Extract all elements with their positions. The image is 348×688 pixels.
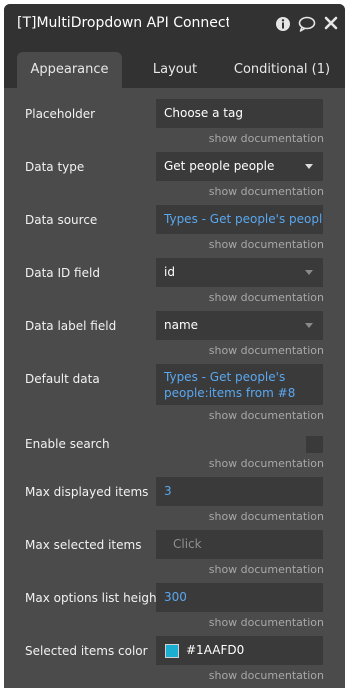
- chevron-down-icon: [305, 323, 313, 328]
- placeholder-value: Choose a tag: [164, 106, 243, 120]
- tab-layout[interactable]: Layout: [135, 52, 215, 88]
- enable-search-checkbox[interactable]: [306, 436, 323, 453]
- selected-items-color-show-documentation-link[interactable]: show documentation: [209, 669, 324, 682]
- max-displayed-items-value: 3: [164, 484, 172, 498]
- max-options-list-height-show-documentation-link[interactable]: show documentation: [209, 616, 324, 629]
- data-source-show-documentation-link[interactable]: show documentation: [209, 238, 324, 251]
- selected-items-color-value: #1AAFD0: [186, 643, 245, 657]
- close-icon[interactable]: [324, 16, 340, 32]
- max-displayed-items-label: Max displayed items: [25, 485, 149, 499]
- color-swatch[interactable]: [165, 644, 179, 658]
- data-source-value: Types - Get people's people: [164, 212, 323, 226]
- data-id-field-value: id: [164, 265, 175, 279]
- data-label-field-dropdown[interactable]: name: [156, 311, 323, 340]
- max-displayed-items-show-documentation-link[interactable]: show documentation: [209, 510, 324, 523]
- chevron-down-icon: [305, 270, 313, 275]
- placeholder-input[interactable]: Choose a tag: [156, 99, 323, 128]
- data-type-show-documentation-link[interactable]: show documentation: [209, 185, 324, 198]
- data-id-field-label: Data ID field: [25, 266, 100, 280]
- data-id-field-dropdown[interactable]: id: [156, 258, 323, 287]
- max-selected-items-label: Max selected items: [25, 538, 142, 552]
- data-type-value: Get people people: [164, 159, 275, 173]
- data-label-field-value: name: [164, 318, 199, 332]
- selected-items-color-label: Selected items color: [25, 644, 148, 658]
- tab-bar: Appearance Layout Conditional (1): [4, 44, 345, 88]
- data-type-dropdown[interactable]: Get people people: [156, 152, 323, 181]
- max-options-list-height-value: 300: [164, 590, 187, 604]
- max-selected-items-show-documentation-link[interactable]: show documentation: [209, 563, 324, 576]
- element-title[interactable]: [T]MultiDropdown API Connectc: [17, 15, 229, 31]
- data-label-field-label: Data label field: [25, 319, 117, 333]
- max-displayed-items-input[interactable]: 3: [156, 477, 323, 506]
- data-source-expression[interactable]: Types - Get people's people: [156, 205, 323, 234]
- title-bar[interactable]: [T]MultiDropdown API Connectc: [4, 4, 345, 44]
- info-icon[interactable]: [275, 16, 291, 32]
- max-options-list-height-input[interactable]: 300: [156, 583, 323, 612]
- default-data-label: Default data: [25, 372, 100, 386]
- enable-search-label: Enable search: [25, 437, 110, 451]
- max-selected-items-input[interactable]: Click: [156, 530, 323, 559]
- property-editor-panel: [T]MultiDropdown API Connectc Appearance…: [4, 4, 345, 688]
- data-source-label: Data source: [25, 213, 98, 227]
- max-options-list-height-label: Max options list heigh: [25, 591, 157, 605]
- data-id-field-show-documentation-link[interactable]: show documentation: [209, 291, 324, 304]
- default-data-expression[interactable]: Types - Get people's people:items from #…: [156, 364, 323, 405]
- tab-conditional[interactable]: Conditional (1): [228, 52, 336, 88]
- placeholder-label: Placeholder: [25, 107, 96, 121]
- default-data-value: Types - Get people's people:items from #…: [164, 370, 296, 400]
- data-label-field-show-documentation-link[interactable]: show documentation: [209, 344, 324, 357]
- comment-icon[interactable]: [298, 16, 316, 32]
- chevron-down-icon: [305, 164, 313, 169]
- default-data-show-documentation-link[interactable]: show documentation: [209, 409, 324, 422]
- data-type-label: Data type: [25, 160, 85, 174]
- placeholder-show-documentation-link[interactable]: show documentation: [209, 132, 324, 145]
- selected-items-color-picker[interactable]: #1AAFD0: [156, 636, 323, 665]
- max-selected-items-placeholder: Click: [173, 537, 202, 551]
- enable-search-show-documentation-link[interactable]: show documentation: [209, 457, 324, 470]
- tab-appearance[interactable]: Appearance: [17, 52, 122, 88]
